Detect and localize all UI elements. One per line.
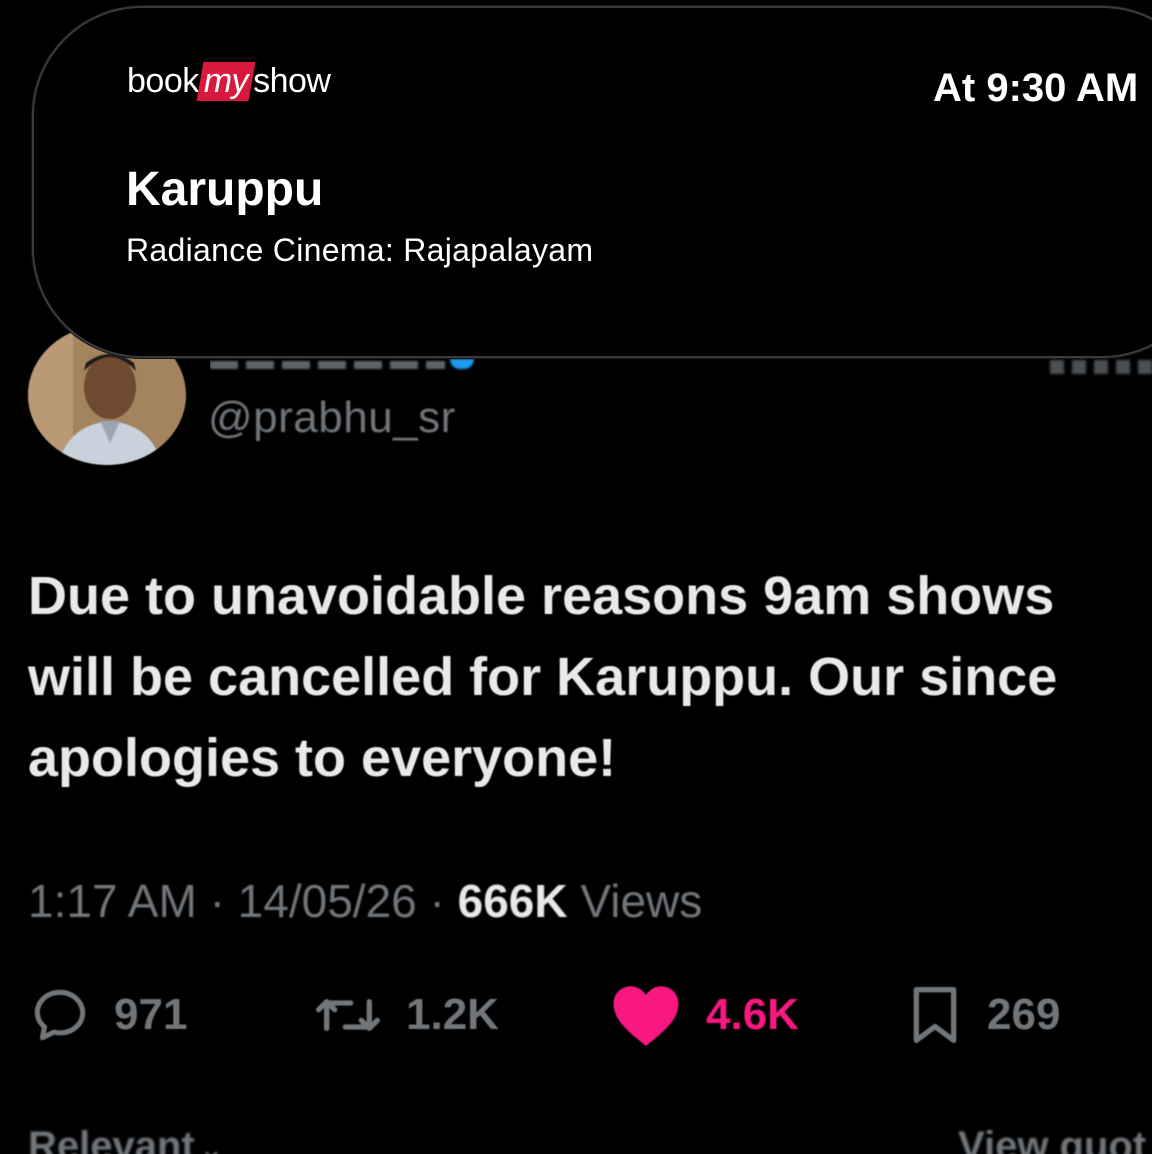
views-count: 666K [457, 875, 568, 927]
logo-text-pre: book [127, 62, 199, 100]
screen: @prabhu_sr Due to unavoidable reasons 9a… [0, 0, 1152, 1154]
tweet-text-line: apologies to everyone! [28, 728, 617, 788]
view-quotes-link[interactable]: View quot [958, 1124, 1146, 1154]
chevron-down-icon: ⌄ [198, 1133, 224, 1154]
reply-button[interactable]: 971 [28, 980, 187, 1050]
repost-icon [315, 999, 380, 1031]
meta-separator: · [209, 875, 238, 927]
notification-time: At 9:30 AM [933, 66, 1139, 110]
tweet-date[interactable]: 14/05/26 [238, 875, 417, 927]
logo-text-highlight: my [196, 62, 256, 101]
reply-count: 971 [114, 990, 188, 1039]
display-name-partial [210, 361, 445, 369]
verified-badge-icon [450, 359, 474, 369]
bookmark-icon [913, 987, 957, 1043]
like-count: 4.6K [706, 990, 799, 1039]
logo-text-post: show [253, 62, 331, 100]
like-icon [613, 986, 679, 1046]
tweet-text-line: Due to unavoidable reasons 9am shows [28, 566, 1055, 626]
tweet-text: Due to unavoidable reasons 9am shows wil… [28, 556, 1152, 799]
repost-count: 1.2K [406, 990, 499, 1039]
reply-icon [34, 989, 86, 1041]
notification-title: Karuppu [126, 163, 324, 216]
action-bar: 971 1.2K 4.6K 269 [0, 980, 1152, 1050]
tweet-time[interactable]: 1:17 AM [28, 875, 197, 927]
bookmark-count: 269 [987, 990, 1061, 1039]
more-options-icon[interactable] [1050, 360, 1152, 374]
author-handle[interactable]: @prabhu_sr [208, 393, 456, 443]
views-label: Views [580, 875, 703, 927]
bookmark-button[interactable]: 269 [905, 980, 1060, 1050]
app-logo: bookmyshow [127, 62, 331, 101]
reply-sort-dropdown[interactable]: Relevant ⌄ [28, 1124, 224, 1154]
tweet-text-line: will be cancelled for Karuppu. Our since [28, 647, 1058, 707]
meta-separator: · [429, 875, 458, 927]
tweet-meta: 1:17 AM · 14/05/26 · 666K Views [28, 874, 702, 928]
reply-sort-label: Relevant [28, 1124, 195, 1154]
notification-subtitle: Radiance Cinema: Rajapalayam [126, 232, 594, 268]
repost-button[interactable]: 1.2K [312, 980, 499, 1050]
like-button[interactable]: 4.6K [608, 980, 799, 1050]
